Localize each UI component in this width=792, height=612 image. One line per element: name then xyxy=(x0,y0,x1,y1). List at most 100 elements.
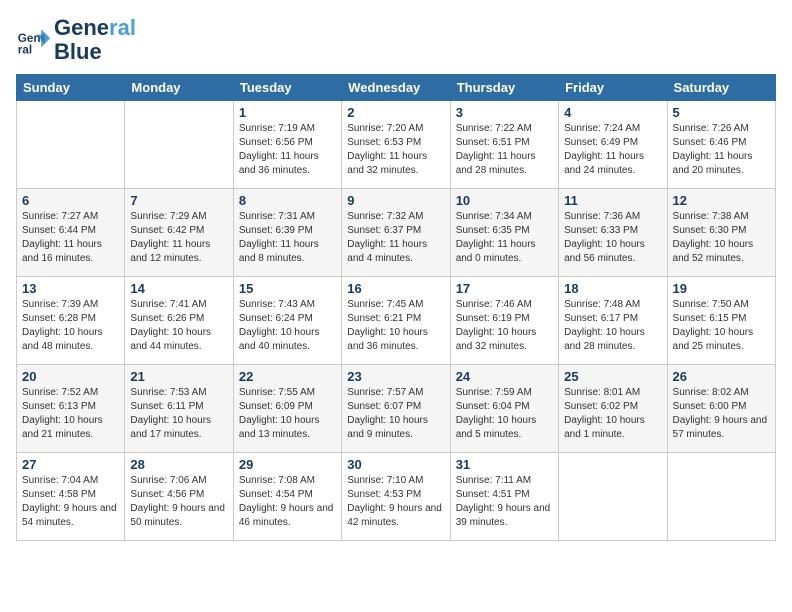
day-info: Sunrise: 7:45 AM Sunset: 6:21 PM Dayligh… xyxy=(347,298,444,354)
calendar-cell: 25 Sunrise: 8:01 AM Sunset: 6:02 PM Dayl… xyxy=(559,365,667,453)
sunset-label: Sunset: 4:54 PM xyxy=(239,489,313,500)
sunset-label: Sunset: 6:56 PM xyxy=(239,137,313,148)
sunrise-label: Sunrise: 7:45 AM xyxy=(347,299,423,310)
sunset-label: Sunset: 6:49 PM xyxy=(564,137,638,148)
day-info: Sunrise: 8:01 AM Sunset: 6:02 PM Dayligh… xyxy=(564,386,661,442)
calendar-cell: 6 Sunrise: 7:27 AM Sunset: 6:44 PM Dayli… xyxy=(17,189,125,277)
daylight-label: Daylight: 11 hours and 28 minutes. xyxy=(456,151,536,176)
day-info: Sunrise: 7:29 AM Sunset: 6:42 PM Dayligh… xyxy=(130,210,227,266)
sunrise-label: Sunrise: 7:22 AM xyxy=(456,123,532,134)
day-info: Sunrise: 7:22 AM Sunset: 6:51 PM Dayligh… xyxy=(456,122,553,178)
day-number: 11 xyxy=(564,193,661,208)
sunset-label: Sunset: 6:15 PM xyxy=(673,313,747,324)
day-info: Sunrise: 7:36 AM Sunset: 6:33 PM Dayligh… xyxy=(564,210,661,266)
day-number: 27 xyxy=(22,457,119,472)
sunset-label: Sunset: 6:35 PM xyxy=(456,225,530,236)
daylight-label: Daylight: 10 hours and 17 minutes. xyxy=(130,415,211,440)
logo: Gene ral GeneralBlue xyxy=(16,16,136,64)
daylight-label: Daylight: 11 hours and 8 minutes. xyxy=(239,239,319,264)
sunrise-label: Sunrise: 7:38 AM xyxy=(673,211,749,222)
calendar-cell: 17 Sunrise: 7:46 AM Sunset: 6:19 PM Dayl… xyxy=(450,277,558,365)
sunrise-label: Sunrise: 7:55 AM xyxy=(239,387,315,398)
calendar-cell: 7 Sunrise: 7:29 AM Sunset: 6:42 PM Dayli… xyxy=(125,189,233,277)
daylight-label: Daylight: 10 hours and 5 minutes. xyxy=(456,415,537,440)
daylight-label: Daylight: 9 hours and 50 minutes. xyxy=(130,503,225,528)
day-number: 19 xyxy=(673,281,770,296)
sunset-label: Sunset: 6:51 PM xyxy=(456,137,530,148)
daylight-label: Daylight: 10 hours and 32 minutes. xyxy=(456,327,537,352)
daylight-label: Daylight: 10 hours and 56 minutes. xyxy=(564,239,645,264)
sunrise-label: Sunrise: 7:04 AM xyxy=(22,475,98,486)
day-number: 31 xyxy=(456,457,553,472)
weekday-header-monday: Monday xyxy=(125,75,233,101)
calendar-cell: 26 Sunrise: 8:02 AM Sunset: 6:00 PM Dayl… xyxy=(667,365,775,453)
day-number: 6 xyxy=(22,193,119,208)
daylight-label: Daylight: 10 hours and 1 minute. xyxy=(564,415,645,440)
sunrise-label: Sunrise: 7:27 AM xyxy=(22,211,98,222)
sunset-label: Sunset: 6:17 PM xyxy=(564,313,638,324)
sunset-label: Sunset: 4:51 PM xyxy=(456,489,530,500)
day-info: Sunrise: 7:19 AM Sunset: 6:56 PM Dayligh… xyxy=(239,122,336,178)
calendar-cell: 18 Sunrise: 7:48 AM Sunset: 6:17 PM Dayl… xyxy=(559,277,667,365)
calendar-cell: 30 Sunrise: 7:10 AM Sunset: 4:53 PM Dayl… xyxy=(342,453,450,541)
daylight-label: Daylight: 9 hours and 54 minutes. xyxy=(22,503,117,528)
sunrise-label: Sunrise: 7:31 AM xyxy=(239,211,315,222)
calendar-week-row: 1 Sunrise: 7:19 AM Sunset: 6:56 PM Dayli… xyxy=(17,101,776,189)
daylight-label: Daylight: 10 hours and 21 minutes. xyxy=(22,415,103,440)
daylight-label: Daylight: 11 hours and 12 minutes. xyxy=(130,239,210,264)
weekday-header-thursday: Thursday xyxy=(450,75,558,101)
sunrise-label: Sunrise: 7:08 AM xyxy=(239,475,315,486)
day-number: 24 xyxy=(456,369,553,384)
sunrise-label: Sunrise: 8:01 AM xyxy=(564,387,640,398)
page-header: Gene ral GeneralBlue xyxy=(16,16,776,64)
day-info: Sunrise: 7:06 AM Sunset: 4:56 PM Dayligh… xyxy=(130,474,227,530)
sunset-label: Sunset: 6:19 PM xyxy=(456,313,530,324)
calendar-cell xyxy=(125,101,233,189)
day-number: 7 xyxy=(130,193,227,208)
daylight-label: Daylight: 11 hours and 4 minutes. xyxy=(347,239,427,264)
day-number: 18 xyxy=(564,281,661,296)
sunrise-label: Sunrise: 7:41 AM xyxy=(130,299,206,310)
sunrise-label: Sunrise: 7:11 AM xyxy=(456,475,531,486)
daylight-label: Daylight: 10 hours and 13 minutes. xyxy=(239,415,320,440)
calendar-cell: 28 Sunrise: 7:06 AM Sunset: 4:56 PM Dayl… xyxy=(125,453,233,541)
day-number: 26 xyxy=(673,369,770,384)
calendar-cell: 14 Sunrise: 7:41 AM Sunset: 6:26 PM Dayl… xyxy=(125,277,233,365)
sunrise-label: Sunrise: 7:39 AM xyxy=(22,299,98,310)
day-info: Sunrise: 7:38 AM Sunset: 6:30 PM Dayligh… xyxy=(673,210,770,266)
daylight-label: Daylight: 10 hours and 40 minutes. xyxy=(239,327,320,352)
daylight-label: Daylight: 11 hours and 16 minutes. xyxy=(22,239,102,264)
calendar-cell: 27 Sunrise: 7:04 AM Sunset: 4:58 PM Dayl… xyxy=(17,453,125,541)
daylight-label: Daylight: 10 hours and 52 minutes. xyxy=(673,239,754,264)
calendar-cell: 2 Sunrise: 7:20 AM Sunset: 6:53 PM Dayli… xyxy=(342,101,450,189)
sunset-label: Sunset: 6:44 PM xyxy=(22,225,96,236)
day-number: 21 xyxy=(130,369,227,384)
logo-text: GeneralBlue xyxy=(54,16,136,64)
sunset-label: Sunset: 6:42 PM xyxy=(130,225,204,236)
calendar-cell: 13 Sunrise: 7:39 AM Sunset: 6:28 PM Dayl… xyxy=(17,277,125,365)
calendar-cell: 22 Sunrise: 7:55 AM Sunset: 6:09 PM Dayl… xyxy=(233,365,341,453)
calendar-cell: 24 Sunrise: 7:59 AM Sunset: 6:04 PM Dayl… xyxy=(450,365,558,453)
calendar-week-row: 27 Sunrise: 7:04 AM Sunset: 4:58 PM Dayl… xyxy=(17,453,776,541)
day-number: 1 xyxy=(239,105,336,120)
day-number: 29 xyxy=(239,457,336,472)
day-number: 5 xyxy=(673,105,770,120)
calendar-cell xyxy=(667,453,775,541)
sunrise-label: Sunrise: 7:48 AM xyxy=(564,299,640,310)
sunset-label: Sunset: 6:07 PM xyxy=(347,401,421,412)
day-info: Sunrise: 7:08 AM Sunset: 4:54 PM Dayligh… xyxy=(239,474,336,530)
sunrise-label: Sunrise: 7:46 AM xyxy=(456,299,532,310)
day-number: 22 xyxy=(239,369,336,384)
daylight-label: Daylight: 11 hours and 20 minutes. xyxy=(673,151,753,176)
day-info: Sunrise: 7:27 AM Sunset: 6:44 PM Dayligh… xyxy=(22,210,119,266)
day-info: Sunrise: 7:43 AM Sunset: 6:24 PM Dayligh… xyxy=(239,298,336,354)
day-number: 30 xyxy=(347,457,444,472)
calendar-cell xyxy=(559,453,667,541)
daylight-label: Daylight: 10 hours and 9 minutes. xyxy=(347,415,428,440)
day-info: Sunrise: 7:10 AM Sunset: 4:53 PM Dayligh… xyxy=(347,474,444,530)
sunrise-label: Sunrise: 7:50 AM xyxy=(673,299,749,310)
sunrise-label: Sunrise: 7:26 AM xyxy=(673,123,749,134)
daylight-label: Daylight: 9 hours and 57 minutes. xyxy=(673,415,768,440)
sunset-label: Sunset: 6:13 PM xyxy=(22,401,96,412)
calendar-cell: 1 Sunrise: 7:19 AM Sunset: 6:56 PM Dayli… xyxy=(233,101,341,189)
